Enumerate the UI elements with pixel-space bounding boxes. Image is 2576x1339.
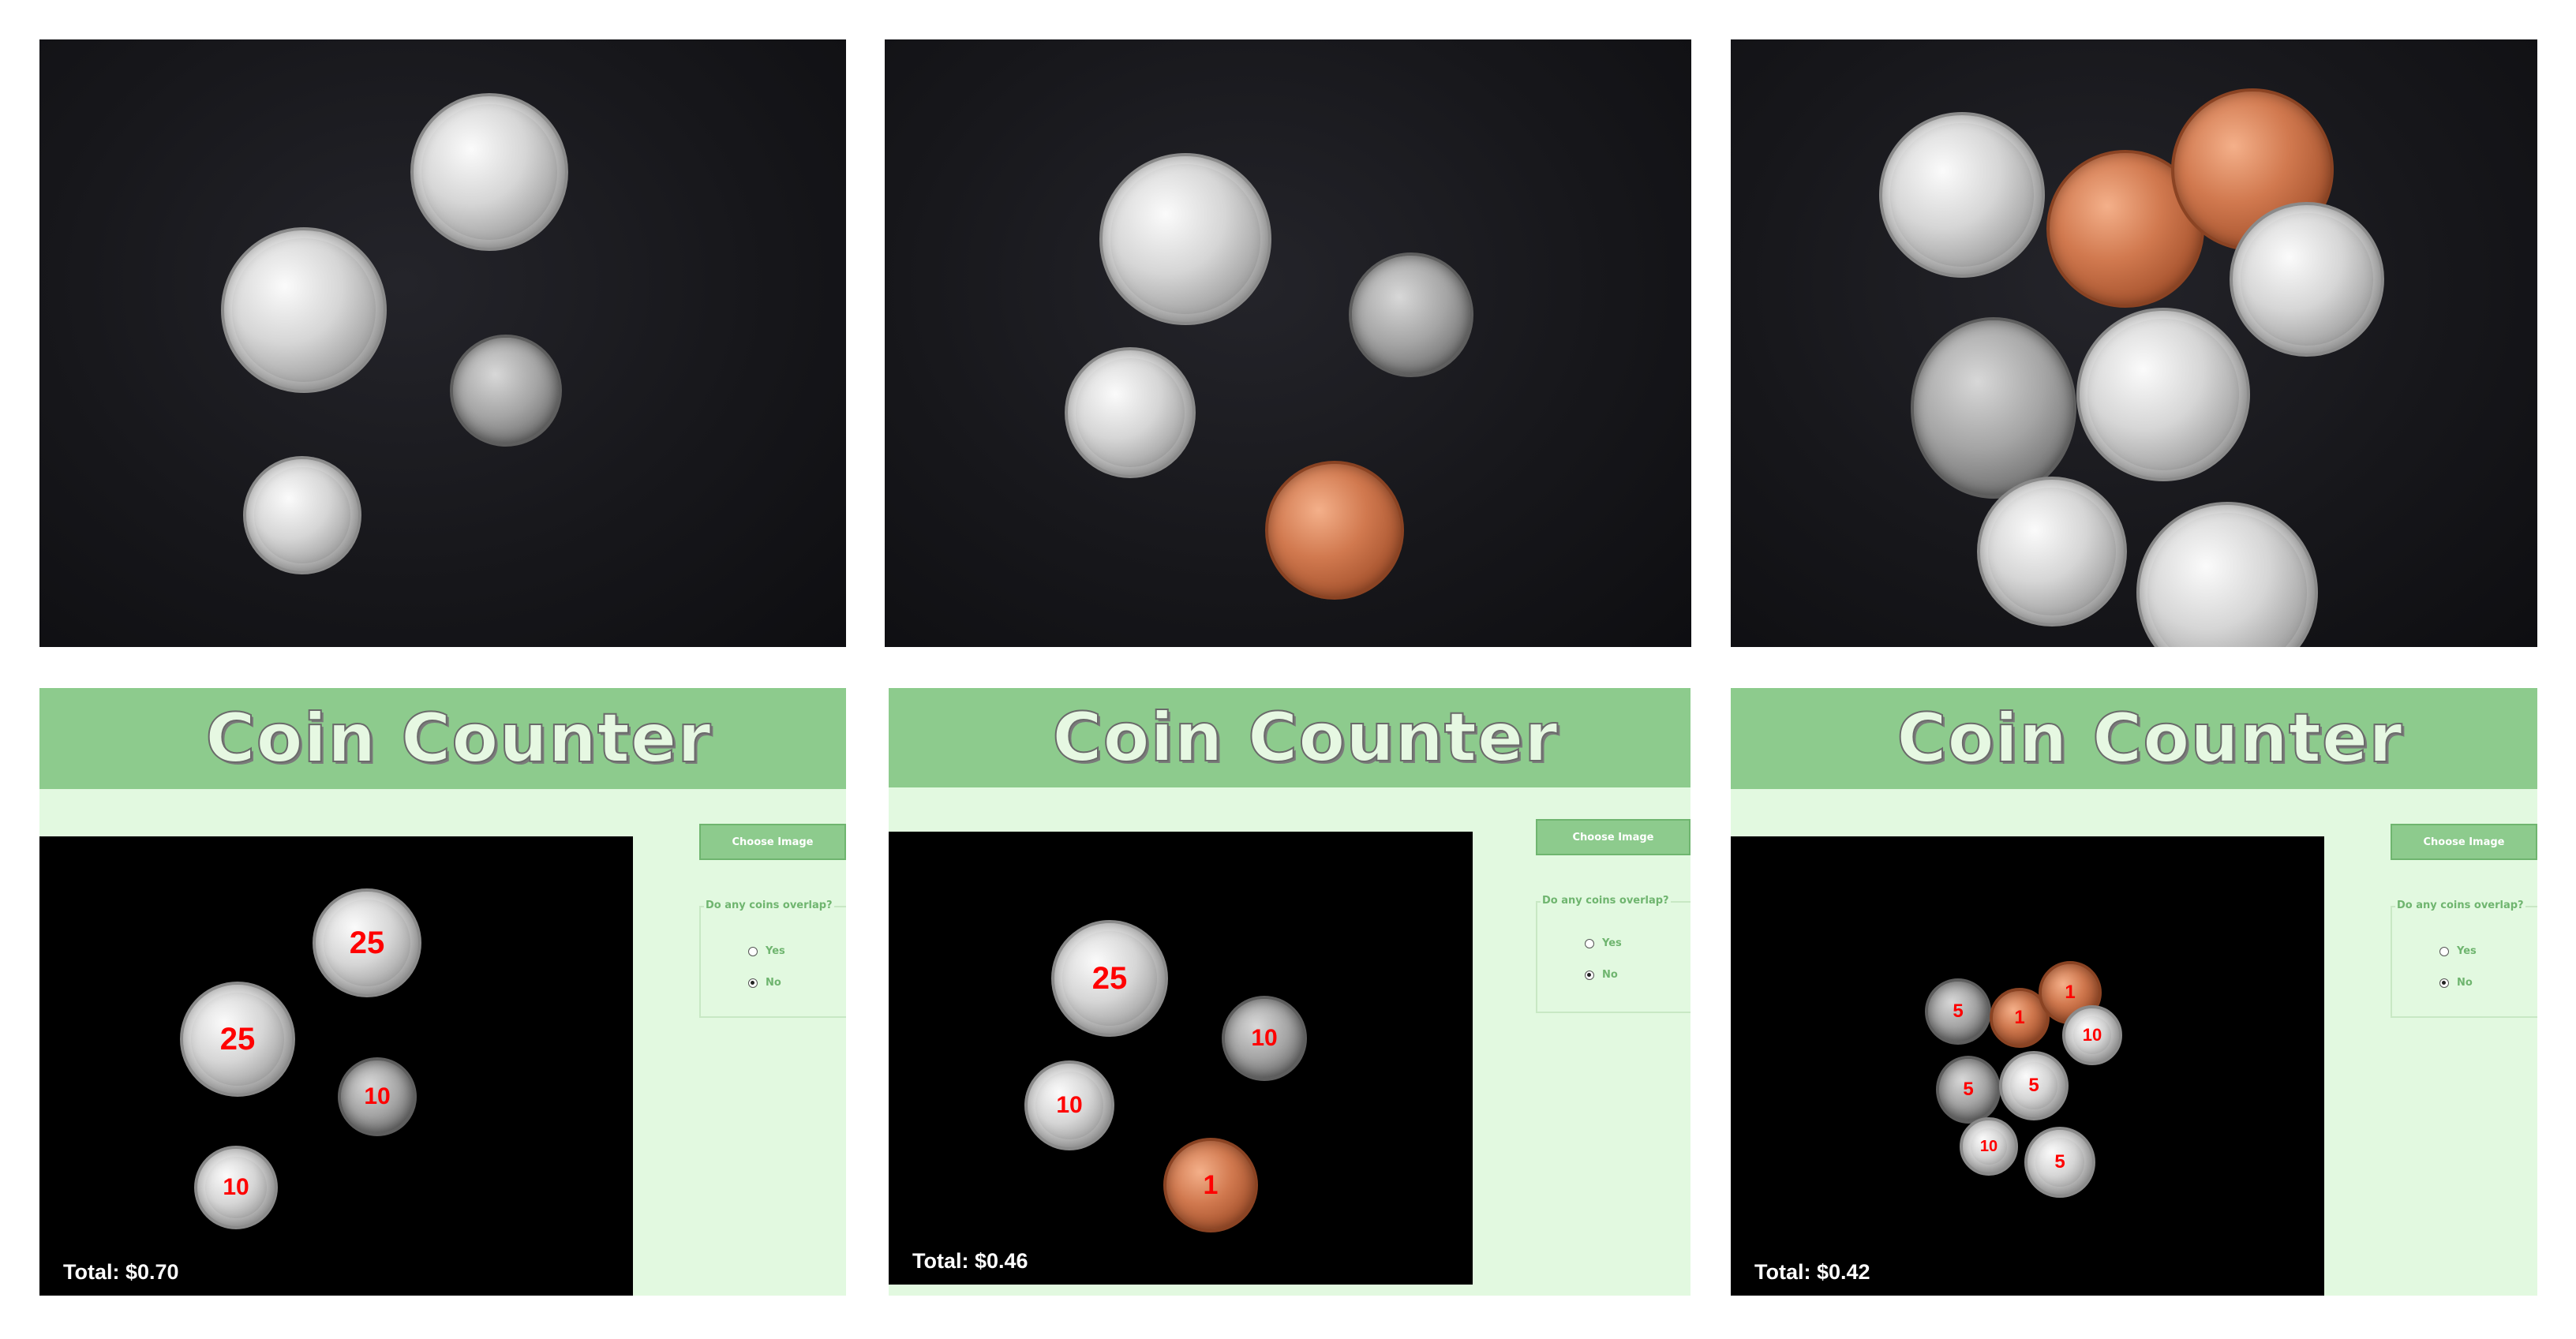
coin-label-quarter: 25: [180, 982, 295, 1097]
coin-label-penny: 1: [1163, 1138, 1258, 1232]
penny-coin: [1265, 461, 1404, 600]
coin-label-quarter: 25: [1051, 920, 1168, 1037]
coin-label-nickel: 5: [2024, 1127, 2095, 1198]
coin-label-dime: 10: [1222, 996, 1307, 1081]
quarter-coin: [221, 227, 387, 393]
coin-label-dime: 10: [1024, 1060, 1114, 1150]
radio-no-circle[interactable]: [2439, 978, 2449, 988]
dime-coin: [2230, 202, 2384, 357]
app-header: Coin Counter: [889, 688, 1690, 787]
quarter-coin: [1099, 153, 1271, 325]
coin-label-dime: 10: [194, 1146, 278, 1229]
nickel-coin: [1879, 112, 2045, 278]
coin-counter-app-3: Coin Counter 5 1 1 10 5 5 10 5 Total: $0…: [1731, 688, 2537, 1296]
radio-yes[interactable]: Yes: [1585, 937, 1622, 949]
coin-label-nickel: 5: [1999, 1051, 2069, 1120]
quarter-coin: [410, 93, 568, 251]
radio-yes-circle[interactable]: [1585, 938, 1594, 948]
radio-yes-label: Yes: [766, 945, 785, 957]
choose-image-button[interactable]: Choose Image: [1536, 819, 1690, 855]
choose-image-button[interactable]: Choose Image: [699, 824, 846, 860]
app-title: Coin Counter: [1896, 698, 2403, 779]
app-title: Coin Counter: [1051, 698, 1559, 778]
coin-label-dime: 10: [338, 1057, 417, 1136]
radio-no-label: No: [1602, 969, 1618, 981]
photo-3: [1731, 39, 2537, 647]
radio-no[interactable]: No: [2439, 977, 2473, 989]
radio-yes[interactable]: Yes: [748, 945, 785, 957]
coin-counter-app-1: Coin Counter 25 25 10 10 Total: $0.70 Ch…: [39, 688, 846, 1296]
overlap-fieldset: Do any coins overlap? Yes No: [1536, 895, 1690, 1013]
total-text: Total: $0.42: [1754, 1260, 1870, 1284]
app-header: Coin Counter: [1731, 688, 2537, 789]
dime-coin: [1349, 252, 1473, 377]
result-canvas: 5 1 1 10 5 5 10 5 Total: $0.42: [1731, 836, 2324, 1296]
radio-no-circle[interactable]: [1585, 970, 1594, 980]
coin-label-dime: 10: [1960, 1117, 2018, 1176]
overlap-fieldset: Do any coins overlap? Yes No: [2391, 900, 2537, 1018]
nickel-coin: [2076, 308, 2250, 481]
coin-label-nickel: 5: [1936, 1056, 2001, 1124]
result-canvas: 25 25 10 10 Total: $0.70: [39, 836, 633, 1296]
coin-label-quarter: 25: [313, 888, 421, 997]
photo-1: [39, 39, 846, 647]
coin-label-dime: 10: [2062, 1005, 2122, 1065]
result-canvas: 25 10 10 1 Total: $0.46: [889, 832, 1473, 1285]
radio-yes[interactable]: Yes: [2439, 945, 2477, 957]
radio-no-circle[interactable]: [748, 978, 758, 988]
radio-yes-circle[interactable]: [748, 946, 758, 956]
coin-counter-app-2: Coin Counter 25 10 10 1 Total: $0.46 Cho…: [889, 688, 1690, 1296]
radio-no[interactable]: No: [748, 977, 781, 989]
choose-image-button[interactable]: Choose Image: [2391, 824, 2537, 860]
nickel-coin: [2136, 502, 2318, 647]
radio-yes-label: Yes: [1602, 937, 1622, 949]
total-text: Total: $0.70: [63, 1260, 179, 1284]
radio-yes-circle[interactable]: [2439, 946, 2449, 956]
nickel-coin: [1911, 317, 2076, 499]
total-text: Total: $0.46: [912, 1249, 1028, 1273]
dime-coin: [1065, 347, 1196, 478]
dime-coin: [450, 335, 562, 447]
overlap-question: Do any coins overlap?: [1541, 895, 1671, 907]
radio-no-label: No: [766, 977, 781, 989]
overlap-question: Do any coins overlap?: [704, 900, 834, 911]
dime-coin: [243, 456, 361, 574]
radio-no-label: No: [2457, 977, 2473, 989]
app-header: Coin Counter: [39, 688, 846, 789]
overlap-fieldset: Do any coins overlap? Yes No: [699, 900, 846, 1018]
photo-2: [885, 39, 1691, 647]
app-title: Coin Counter: [204, 698, 712, 779]
overlap-question: Do any coins overlap?: [2395, 900, 2525, 911]
radio-yes-label: Yes: [2457, 945, 2477, 957]
coin-label-nickel: 5: [1925, 978, 1991, 1045]
dime-coin: [1977, 477, 2127, 626]
radio-no[interactable]: No: [1585, 969, 1618, 981]
